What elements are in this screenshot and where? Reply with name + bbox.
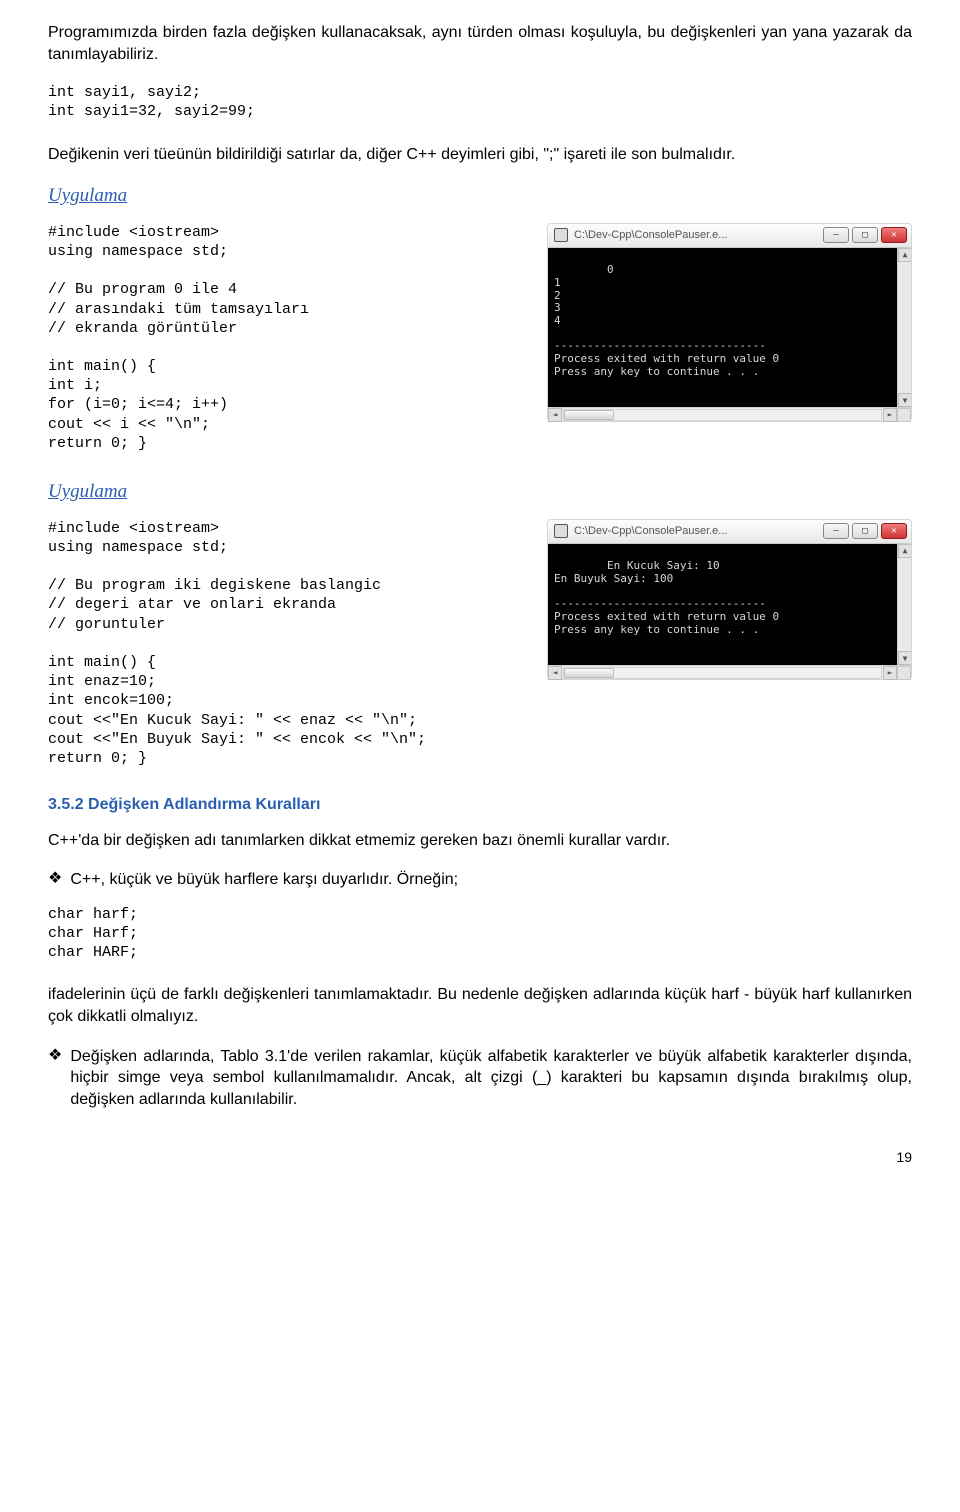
example-1-row: #include <iostream> using namespace std;…: [48, 223, 912, 453]
scroll-h-thumb[interactable]: [564, 668, 614, 678]
scroll-right-icon[interactable]: ►: [883, 408, 897, 422]
scroll-up-icon[interactable]: ▲: [898, 248, 911, 262]
resize-grip-icon[interactable]: [897, 666, 911, 680]
maximize-button[interactable]: □: [852, 227, 878, 243]
bullet-icon: ❖: [48, 1046, 62, 1111]
close-button[interactable]: ✕: [881, 523, 907, 539]
scroll-h-thumb[interactable]: [564, 410, 614, 420]
console-window-1: C:\Dev-Cpp\ConsolePauser.e... – □ ✕ 0 1 …: [547, 223, 912, 423]
section-code: char harf; char Harf; char HARF;: [48, 905, 912, 963]
example-1-code: #include <iostream> using namespace std;…: [48, 223, 523, 453]
scroll-right-icon[interactable]: ►: [883, 666, 897, 680]
minimize-button[interactable]: –: [823, 523, 849, 539]
scroll-left-icon[interactable]: ◄: [548, 408, 562, 422]
intro-paragraph-2: Değikenin veri tüeünün bildirildiği satı…: [48, 144, 912, 166]
vertical-scrollbar[interactable]: ▲ ▼: [897, 248, 911, 408]
scroll-h-track[interactable]: [563, 409, 882, 421]
console-1-text: 0 1 2 3 4 ------------------------------…: [554, 263, 779, 377]
bullet-1-text: C++, küçük ve büyük harflere karşı duyar…: [70, 869, 458, 891]
scroll-down-icon[interactable]: ▼: [898, 651, 911, 665]
console-1-title: C:\Dev-Cpp\ConsolePauser.e...: [574, 228, 823, 243]
scroll-down-icon[interactable]: ▼: [898, 393, 911, 407]
horizontal-scrollbar[interactable]: ◄ ►: [548, 407, 911, 421]
intro-paragraph-1: Programımızda birden fazla değişken kull…: [48, 22, 912, 65]
app-icon: [554, 524, 568, 538]
close-button[interactable]: ✕: [881, 227, 907, 243]
maximize-button[interactable]: □: [852, 523, 878, 539]
example-2-row: #include <iostream> using namespace std;…: [48, 519, 912, 768]
console-2-titlebar[interactable]: C:\Dev-Cpp\ConsolePauser.e... – □ ✕: [548, 520, 911, 544]
vertical-scrollbar[interactable]: ▲ ▼: [897, 544, 911, 666]
page-number: 19: [48, 1148, 912, 1167]
section-heading: 3.5.2 Değişken Adlandırma Kuralları: [48, 794, 912, 816]
bullet-icon: ❖: [48, 869, 62, 891]
scroll-up-icon[interactable]: ▲: [898, 544, 911, 558]
resize-grip-icon[interactable]: [897, 408, 911, 422]
example-2-heading: Uygulama: [48, 479, 912, 505]
horizontal-scrollbar[interactable]: ◄ ►: [548, 665, 911, 679]
console-1-titlebar[interactable]: C:\Dev-Cpp\ConsolePauser.e... – □ ✕: [548, 224, 911, 248]
console-2-title: C:\Dev-Cpp\ConsolePauser.e...: [574, 524, 823, 539]
scroll-h-track[interactable]: [563, 667, 882, 679]
app-icon: [554, 228, 568, 242]
bullet-2: ❖ Değişken adlarında, Tablo 3.1'de veril…: [48, 1046, 912, 1111]
bullet-2-text: Değişken adlarında, Tablo 3.1'de verilen…: [70, 1046, 912, 1111]
section-p2: ifadelerinin üçü de farklı değişkenleri …: [48, 984, 912, 1027]
console-2-text: En Kucuk Sayi: 10 En Buyuk Sayi: 100 ---…: [554, 559, 779, 635]
minimize-button[interactable]: –: [823, 227, 849, 243]
bullet-1: ❖ C++, küçük ve büyük harflere karşı duy…: [48, 869, 912, 891]
intro-code: int sayi1, sayi2; int sayi1=32, sayi2=99…: [48, 83, 912, 121]
section-p1: C++'da bir değişken adı tanımlarken dikk…: [48, 830, 912, 852]
example-2-code: #include <iostream> using namespace std;…: [48, 519, 523, 768]
console-1-output: 0 1 2 3 4 ------------------------------…: [548, 248, 911, 408]
console-window-2: C:\Dev-Cpp\ConsolePauser.e... – □ ✕ En K…: [547, 519, 912, 681]
console-2-output: En Kucuk Sayi: 10 En Buyuk Sayi: 100 ---…: [548, 544, 911, 666]
scroll-left-icon[interactable]: ◄: [548, 666, 562, 680]
example-1-heading: Uygulama: [48, 183, 912, 209]
